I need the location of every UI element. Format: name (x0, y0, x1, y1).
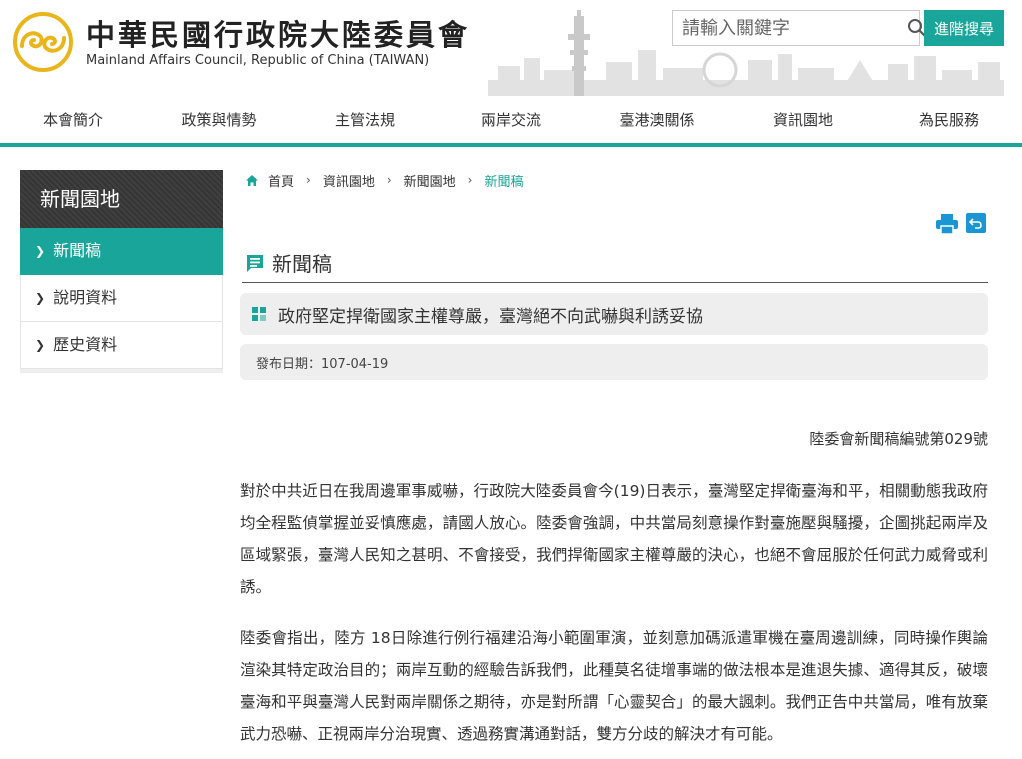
section-heading: 新聞稿 (242, 243, 988, 283)
sidebar-item-press-releases[interactable]: ❯ 新聞稿 (20, 228, 223, 275)
sidebar-item-label: 說明資料 (53, 288, 118, 307)
publish-date: 發布日期：107-04-19 (240, 344, 988, 380)
chevron-right-icon: › (306, 173, 311, 187)
breadcrumb-information[interactable]: 資訊園地 (323, 171, 375, 190)
nav-item-policy[interactable]: 政策與情勢 (146, 100, 292, 140)
sidebar-footer (20, 369, 223, 373)
article-title: 政府堅定捍衛國家主權尊嚴，臺灣絕不向武嚇與利誘妥協 (278, 306, 703, 327)
nav-divider (0, 143, 1022, 147)
sidebar-item-label: 歷史資料 (53, 335, 118, 354)
chevron-right-icon: ❯ (35, 338, 46, 352)
home-icon[interactable] (246, 174, 258, 186)
sidebar-item-label: 新聞稿 (53, 241, 102, 260)
article-paragraph: 陸委會指出，陸方 18日除進行例行福建沿海小範圍軍演，並刻意加碼派遣軍機在臺周邊… (240, 629, 988, 743)
search-input[interactable] (673, 11, 907, 45)
advanced-search-button[interactable]: 進階搜尋 (924, 10, 1004, 46)
news-icon (245, 253, 265, 273)
sidebar-item-history[interactable]: ❯ 歷史資料 (20, 322, 223, 369)
site-subtitle[interactable]: Mainland Affairs Council, Republic of Ch… (86, 53, 429, 68)
breadcrumb-current[interactable]: 新聞稿 (484, 171, 523, 190)
site-header: 中華民國行政院大陸委員會 Mainland Affairs Council, R… (0, 0, 1022, 96)
nav-item-hk-macao[interactable]: 臺港澳關係 (584, 100, 730, 140)
chevron-right-icon: › (467, 173, 473, 187)
breadcrumb-news[interactable]: 新聞園地 (404, 171, 456, 190)
site-title[interactable]: 中華民國行政院大陸委員會 (86, 12, 470, 54)
grid-icon (252, 307, 266, 321)
breadcrumb: 首頁 › 資訊園地 › 新聞園地 › 新聞稿 (246, 170, 524, 190)
chevron-right-icon: ❯ (35, 244, 46, 258)
nav-item-information[interactable]: 資訊園地 (730, 100, 876, 140)
section-title: 新聞稿 (272, 252, 332, 276)
breadcrumb-home[interactable]: 首頁 (268, 171, 294, 190)
nav-item-exchanges[interactable]: 兩岸交流 (438, 100, 584, 140)
nav-item-regulations[interactable]: 主管法規 (292, 100, 438, 140)
article-paragraph: 對於中共近日在我周邊軍事威嚇，行政院大陸委員會今(19)日表示，臺灣堅定捍衛臺海… (240, 482, 988, 596)
article-title-bar: 政府堅定捍衛國家主權尊嚴，臺灣絕不向武嚇與利誘妥協 (240, 293, 988, 335)
sidebar-item-explanations[interactable]: ❯ 說明資料 (20, 275, 223, 322)
sidebar: 新聞園地 ❯ 新聞稿 ❯ 說明資料 ❯ 歷史資料 (20, 170, 223, 373)
press-release-number: 陸委會新聞稿編號第029號 (809, 430, 988, 448)
print-icon[interactable] (936, 214, 958, 234)
nav-item-services[interactable]: 為民服務 (876, 100, 1022, 140)
chevron-right-icon: ❯ (35, 291, 46, 305)
nav-item-about[interactable]: 本會簡介 (0, 100, 146, 140)
chevron-right-icon: › (386, 173, 392, 187)
search-box[interactable] (672, 10, 927, 46)
main-nav: 本會簡介 政策與情勢 主管法規 兩岸交流 臺港澳關係 資訊園地 為民服務 (0, 100, 1022, 140)
logo-icon[interactable] (10, 12, 76, 72)
back-icon[interactable] (966, 213, 986, 233)
sidebar-title: 新聞園地 (20, 170, 223, 228)
